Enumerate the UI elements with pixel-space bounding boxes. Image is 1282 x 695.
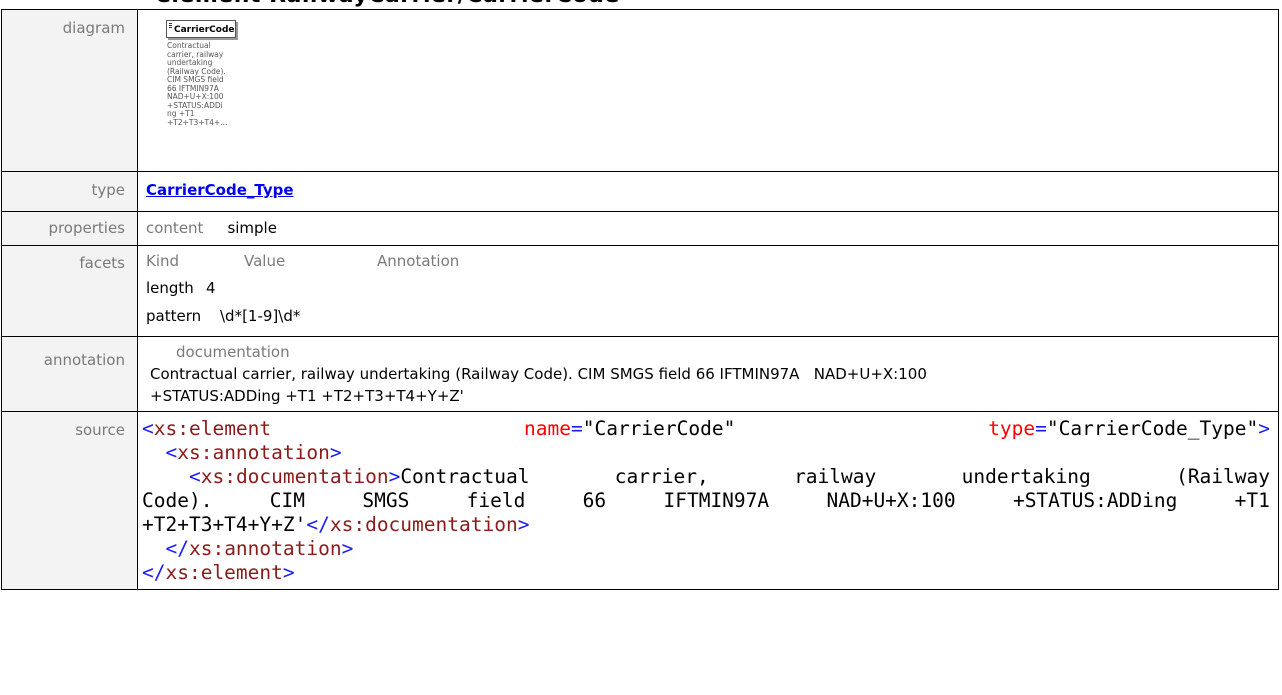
code-attr-value: "CarrierCode" <box>582 417 736 440</box>
row-label: facets <box>1 245 138 337</box>
facet-header-annotation: Annotation <box>377 252 460 270</box>
properties-table: content simple <box>138 212 1278 242</box>
code-line: Code). CIM SMGS field 66 IFTMIN97A NAD+U… <box>142 489 1270 512</box>
row-label: source <box>1 411 138 590</box>
documentation-text-line: +STATUS:ADDing +T1 +T2+T3+T4+Y+Z' <box>150 387 464 405</box>
facets-row: facets Kind Value Annotation length 4 pa… <box>1 245 1279 337</box>
property-value: simple <box>227 219 277 237</box>
code-line: +T2+T3+T4+Y+Z'</xs:documentation> <box>142 513 530 536</box>
row-label: diagram <box>1 9 138 172</box>
row-label: annotation <box>1 336 138 412</box>
element-doc-table: diagram CarrierCode Contractual carrier,… <box>1 9 1279 590</box>
code-attr: name <box>524 417 571 440</box>
facet-value: \d*[1-9]\d* <box>220 307 301 325</box>
diagram-annotation: Contractual carrier, railway undertaking… <box>167 41 228 127</box>
facet-row: pattern \d*[1-9]\d* <box>146 302 1278 330</box>
facets-table: Kind Value Annotation length 4 pattern \… <box>138 246 1278 336</box>
source-row: source <xs:element name="CarrierCode" ty… <box>1 411 1279 590</box>
facet-header-kind: Kind <box>146 252 180 270</box>
code-tag: xs:documentation <box>329 513 518 536</box>
code-tag: xs:annotation <box>177 441 330 464</box>
type-row: type CarrierCode_Type <box>1 171 1279 212</box>
property-key: content <box>146 219 204 237</box>
facet-row: length 4 <box>146 274 1278 302</box>
element-heading: element RailwayCarrier/CarrierCode <box>156 0 620 8</box>
source-code: <xs:element name="CarrierCode" type="Car… <box>142 412 1278 589</box>
code-tag: xs:annotation <box>188 537 342 560</box>
code-line: </xs:element> <box>142 561 295 584</box>
annotation-block: documentation Contractual carrier, railw… <box>146 337 1278 411</box>
facet-kind: length <box>146 279 194 297</box>
documentation-key: documentation <box>176 343 290 361</box>
facet-value: 4 <box>206 279 216 297</box>
code-attr-value: "CarrierCode_Type" <box>1046 417 1259 440</box>
type-link[interactable]: CarrierCode_Type <box>146 181 294 199</box>
properties-row: properties content simple <box>1 211 1279 246</box>
facet-header-value: Value <box>244 252 286 270</box>
code-tag: xs:element <box>153 417 272 440</box>
element-diagram: CarrierCode Contractual carrier, railway… <box>146 10 1278 171</box>
code-line: <xs:annotation> <box>165 441 342 464</box>
code-line: </xs:annotation> <box>165 537 354 560</box>
code-tag: xs:element <box>165 561 283 584</box>
element-box[interactable]: CarrierCode <box>166 20 236 38</box>
row-label: properties <box>1 211 138 246</box>
code-tag: xs:documentation <box>200 465 389 488</box>
facet-kind: pattern <box>146 307 202 325</box>
row-label: type <box>1 171 138 212</box>
annotation-row: annotation documentation Contractual car… <box>1 336 1279 412</box>
documentation-text-line: Contractual carrier, railway undertaking… <box>150 365 927 383</box>
diagram-row: diagram CarrierCode Contractual carrier,… <box>1 9 1279 172</box>
code-attr: type <box>988 417 1036 440</box>
code-line: <xs:element name="CarrierCode" type="Car… <box>142 417 1270 440</box>
facets-header: Kind Value Annotation <box>146 252 1278 274</box>
code-line: <xs:documentation>Contractual carrier, r… <box>188 465 1270 488</box>
